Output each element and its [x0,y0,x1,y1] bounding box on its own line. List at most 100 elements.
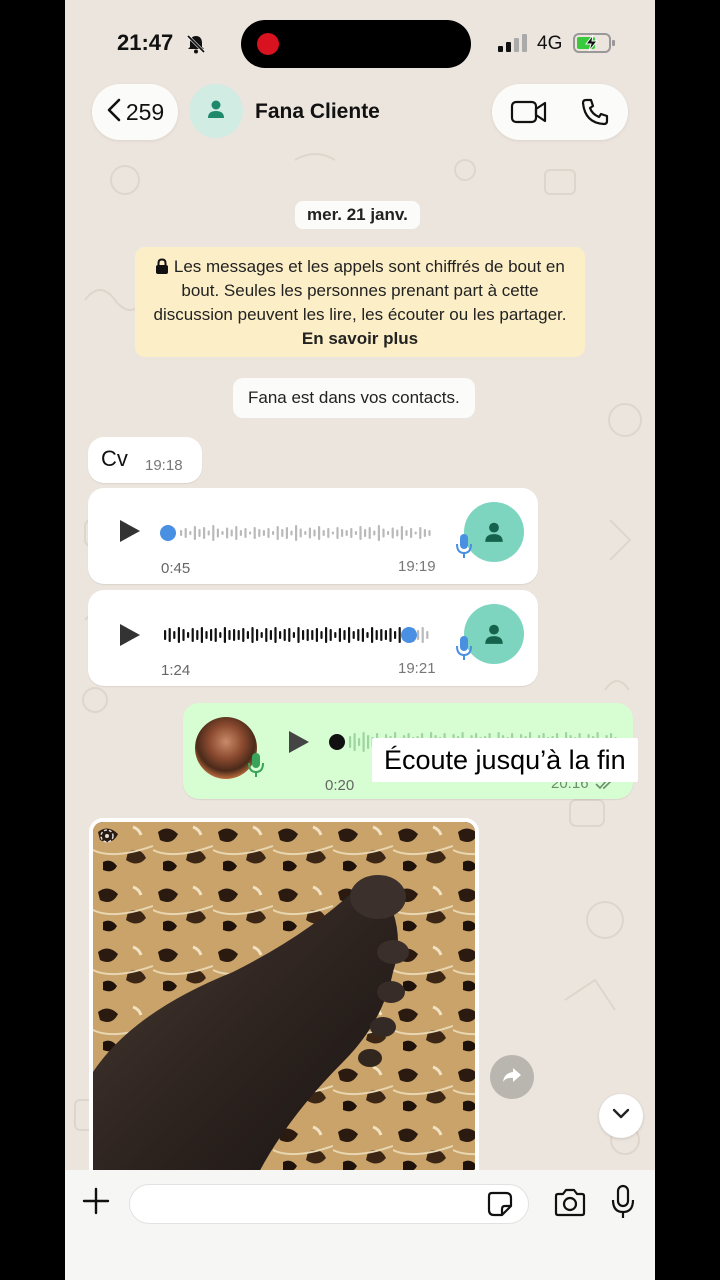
image-message-in[interactable] [89,818,479,1188]
waveform-bar [260,632,263,638]
waveform-bar [274,627,277,643]
waveform-bar [239,530,242,536]
voice-duration: 0:20 [325,777,355,794]
waveform-bar [366,632,369,638]
waveform-bar [348,627,351,643]
waveform-bar [276,526,279,540]
waveform-bar [375,630,378,640]
waveform-bar [405,530,408,536]
waveform-bar [400,526,403,540]
waveform-bar [336,527,339,539]
contact-avatar[interactable] [189,84,243,138]
waveform-bar [320,631,323,639]
camera-icon[interactable] [553,1188,587,1223]
waveform-bar [219,632,222,638]
message-composer [65,1170,655,1280]
waveform-bar [283,629,286,641]
waveform-bar [318,526,321,540]
play-icon[interactable] [118,518,142,549]
video-icon[interactable] [510,98,548,131]
message-text: Cv [101,446,128,471]
recording-indicator [257,33,279,55]
phone-screen: 21:47 4G 259 Fana Cliente mer. 21 janv. … [65,0,655,1280]
waveform-bar [196,630,199,640]
waveform-bar [304,531,307,535]
waveform-bar [269,630,272,640]
waveform-bar [357,629,360,641]
mic-icon[interactable] [611,1184,635,1225]
waveform-bar [242,628,245,642]
waveform-bar [212,525,215,541]
chevron-left-icon [106,98,122,127]
waveform-bar [345,530,348,536]
waveform-bar [358,738,361,746]
waveform-bar [419,527,422,539]
waveform-bar [331,531,334,535]
chevron-down-icon [612,1107,630,1125]
waveform-bar [367,735,370,749]
waveform-bar [262,530,265,536]
plus-icon[interactable] [81,1186,111,1221]
waveform-bar [265,628,268,642]
waveform-bar [410,528,413,538]
waveform-bar [210,629,213,641]
waveform-bar [396,529,399,537]
sticker-icon[interactable] [486,1190,514,1223]
waveform-bar [272,531,275,535]
waveform-bar [237,630,240,640]
waveform-bar [350,528,353,538]
waveform-bar [353,733,356,751]
waveform-bar [325,627,328,643]
phone-icon[interactable] [580,97,610,132]
person-icon [205,98,227,125]
waveform-bar [417,630,420,640]
waveform-bar [251,627,254,643]
back-button[interactable]: 259 [92,84,178,140]
waveform-bar [256,629,259,641]
waveform-bar [258,529,261,537]
voice-message-in: 1:24 19:21 [88,590,538,686]
waveform-bar [371,627,374,643]
encryption-notice[interactable]: Les messages et les appels sont chiffrés… [135,247,585,357]
learn-more-link[interactable]: En savoir plus [302,329,418,348]
waveform-bar [423,529,426,537]
waveform-bar [267,528,270,538]
signal-icon [498,34,528,57]
waveform-bar [279,631,282,639]
forward-button[interactable] [490,1055,534,1099]
waveform-bar [315,628,318,642]
photo [93,822,475,1184]
waveform-bar [394,631,397,639]
waveform-bar [421,627,424,643]
waveform-bar [308,527,311,539]
waveform-bar [354,531,357,535]
play-icon[interactable] [287,729,311,760]
waveform-bar [343,630,346,640]
text-message-in[interactable]: Cv 19:18 [88,437,202,483]
voice-waveform-1[interactable] [158,518,438,548]
waveform-bar [288,628,291,642]
waveform-bar [384,630,387,640]
waveform-bar [180,530,183,536]
waveform-bar [244,528,247,538]
scroll-down-button[interactable] [599,1094,643,1138]
waveform-bar [428,530,431,536]
play-icon[interactable] [118,622,142,653]
waveform-bar [297,627,300,643]
contact-name[interactable]: Fana Cliente [255,100,380,124]
waveform-bar [182,629,185,641]
voice-waveform-2[interactable] [164,620,444,650]
waveform-bar [389,628,392,642]
waveform-bar [380,629,383,641]
mic-icon [455,532,473,565]
waveform-bar [387,531,390,535]
message-time: 19:19 [398,558,436,575]
person-icon [485,522,503,542]
message-input[interactable] [129,1184,529,1224]
waveform-bar [382,528,385,538]
voice-duration: 0:45 [161,560,191,577]
waveform-bar [361,628,364,642]
waveform-bar [198,529,201,537]
waveform-bar [306,629,309,641]
lock-icon [155,257,169,276]
